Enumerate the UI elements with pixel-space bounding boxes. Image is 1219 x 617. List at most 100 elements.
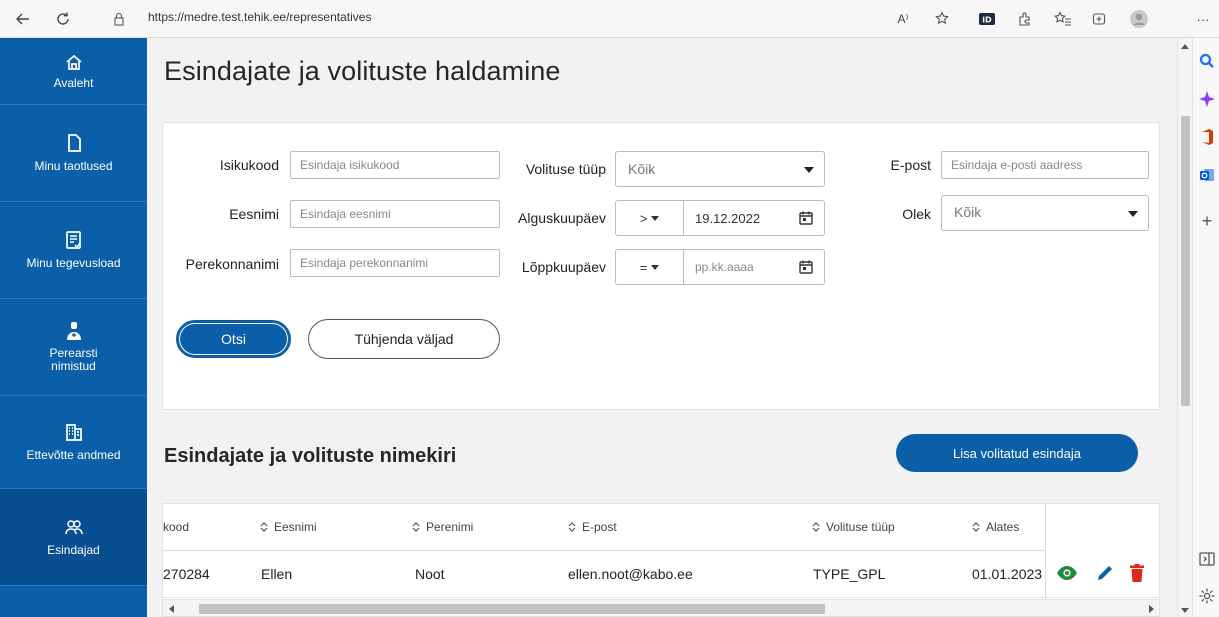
nav-label: Minu tegevusload xyxy=(26,256,121,270)
more-menu-icon[interactable]: ··· xyxy=(1190,6,1216,32)
sort-icon xyxy=(972,522,980,532)
volituse-tyyp-label: Volituse tüüp xyxy=(525,161,606,177)
volituse-tyyp-value: Kõik xyxy=(628,161,656,177)
column-label: E-post xyxy=(582,520,617,534)
row-divider xyxy=(163,597,1159,598)
edit-icon[interactable] xyxy=(1096,564,1114,582)
people-icon xyxy=(64,520,83,535)
eesnimi-label: Eesnimi xyxy=(229,206,279,222)
chevron-down-icon xyxy=(1128,211,1138,217)
chevron-down-icon xyxy=(651,264,660,270)
nav-label: Ettevõtte andmed xyxy=(26,448,121,462)
outlook-icon[interactable] xyxy=(1198,166,1216,184)
address-bar[interactable]: https://medre.test.tehik.ee/representati… xyxy=(148,10,371,24)
vertical-scrollbar[interactable] xyxy=(1177,38,1192,617)
sort-icon xyxy=(412,522,420,532)
settings-icon[interactable] xyxy=(1198,587,1216,605)
nav-item-esindajad[interactable]: Esindajad xyxy=(0,489,147,586)
scroll-up-icon[interactable] xyxy=(1181,44,1189,49)
cell-volituse-tyyp: TYPE_GPL xyxy=(813,566,886,582)
perekonnanimi-label: Perekonnanimi xyxy=(185,256,279,272)
cell-eesnimi: Ellen xyxy=(261,566,293,582)
filter-panel: Isikukood Esindaja isikukood Eesnimi Esi… xyxy=(162,122,1160,410)
search-icon[interactable] xyxy=(1198,52,1216,70)
home-icon xyxy=(65,54,82,70)
volituse-tyyp-select[interactable]: Kõik xyxy=(615,151,825,187)
list-title: Esindajate ja volituste nimekiri xyxy=(164,445,457,467)
calendar-icon[interactable] xyxy=(798,210,814,226)
olek-label: Olek xyxy=(902,206,931,222)
id-extension-icon[interactable]: iD xyxy=(974,6,1000,32)
column-header-kood[interactable]: kood xyxy=(163,504,243,550)
license-icon xyxy=(65,231,81,249)
sort-icon xyxy=(260,522,268,532)
nav-item-perearsti-nimistud[interactable]: Perearsti nimistud xyxy=(0,299,147,396)
profile-avatar-icon[interactable] xyxy=(1126,6,1152,32)
nav-item-minu-tegevusload[interactable]: Minu tegevusload xyxy=(0,202,147,299)
read-aloud-icon[interactable]: A⁾ xyxy=(890,6,916,32)
nav-label: Minu taotlused xyxy=(34,159,113,173)
column-header-perenimi[interactable]: Perenimi xyxy=(411,504,551,550)
sidebar-toggle-icon[interactable] xyxy=(1198,550,1216,568)
clear-fields-button[interactable]: Tühjenda väljad xyxy=(308,319,500,359)
eesnimi-input[interactable]: Esindaja eesnimi xyxy=(290,200,500,228)
column-header-alates[interactable]: Alates xyxy=(971,504,1051,550)
epost-input[interactable]: Esindaja e-posti aadress xyxy=(941,151,1149,179)
alguskuupaev-field: > 19.12.2022 xyxy=(615,200,825,236)
isikukood-input[interactable]: Esindaja isikukood xyxy=(290,151,500,179)
cell-epost: ellen.noot@kabo.ee xyxy=(568,566,693,582)
sparkle-icon[interactable] xyxy=(1198,90,1216,108)
calendar-icon[interactable] xyxy=(798,259,814,275)
olek-select[interactable]: Kõik xyxy=(941,195,1149,231)
date-placeholder: pp.kk.aaaa xyxy=(695,260,754,274)
view-icon[interactable] xyxy=(1056,565,1078,581)
isikukood-label: Isikukood xyxy=(219,157,279,173)
alguskuupaev-input[interactable]: 19.12.2022 xyxy=(684,201,824,235)
loppkuupaev-input[interactable]: pp.kk.aaaa xyxy=(684,250,824,284)
back-icon[interactable] xyxy=(10,6,36,32)
lock-icon[interactable] xyxy=(106,6,132,32)
cell-kood: 270284 xyxy=(163,566,210,582)
search-button[interactable]: Otsi xyxy=(176,320,291,358)
column-header-epost[interactable]: E-post xyxy=(567,504,767,550)
column-header-eesnimi[interactable]: Eesnimi xyxy=(259,504,399,550)
column-header-volituse-tyyp[interactable]: Volituse tüüp xyxy=(811,504,951,550)
scroll-thumb[interactable] xyxy=(199,604,825,614)
svg-text:iD: iD xyxy=(982,16,992,25)
horizontal-scrollbar[interactable] xyxy=(163,599,1159,616)
scroll-thumb[interactable] xyxy=(1181,116,1190,406)
chevron-down-icon xyxy=(804,167,814,173)
cell-perenimi: Noot xyxy=(415,566,445,582)
add-representative-button[interactable]: Lisa volitatud esindaja xyxy=(896,434,1138,472)
loppkuupaev-operator[interactable]: = xyxy=(616,250,684,284)
scroll-right-icon[interactable] xyxy=(1149,605,1154,613)
alguskuupaev-operator[interactable]: > xyxy=(616,201,684,235)
extensions-icon[interactable] xyxy=(1012,6,1038,32)
sort-icon xyxy=(812,522,820,532)
scroll-left-icon[interactable] xyxy=(169,605,174,613)
epost-label: E-post xyxy=(890,157,931,173)
perekonnanimi-input[interactable]: Esindaja perekonnanimi xyxy=(290,249,500,277)
nav-item-minu-taotlused[interactable]: Minu taotlused xyxy=(0,105,147,202)
document-icon xyxy=(67,134,81,152)
operator-value: > xyxy=(639,210,648,226)
column-label: Volituse tüüp xyxy=(826,520,895,534)
left-navigation: Avaleht Minu taotlused Minu tegevusload … xyxy=(0,38,147,617)
add-icon[interactable]: + xyxy=(1198,212,1216,230)
collections-icon[interactable] xyxy=(1086,6,1112,32)
nav-label: Esindajad xyxy=(47,543,100,557)
page-title: Esindajate ja volituste haldamine xyxy=(164,56,561,86)
favorites-icon[interactable] xyxy=(1050,6,1076,32)
actions-column xyxy=(1045,504,1159,599)
column-label: kood xyxy=(163,520,190,534)
delete-icon[interactable] xyxy=(1130,564,1144,582)
favorite-add-icon[interactable] xyxy=(930,6,956,32)
nav-item-avaleht[interactable]: Avaleht xyxy=(0,38,147,105)
scroll-down-icon[interactable] xyxy=(1181,608,1189,613)
olek-value: Kõik xyxy=(954,204,982,220)
nav-label: Perearsti nimistud xyxy=(49,346,98,373)
refresh-icon[interactable] xyxy=(50,6,76,32)
loppkuupaev-label: Lõppkuupäev xyxy=(521,259,606,275)
office-icon[interactable] xyxy=(1198,128,1216,146)
nav-item-ettevotte-andmed[interactable]: Ettevõtte andmed xyxy=(0,396,147,489)
